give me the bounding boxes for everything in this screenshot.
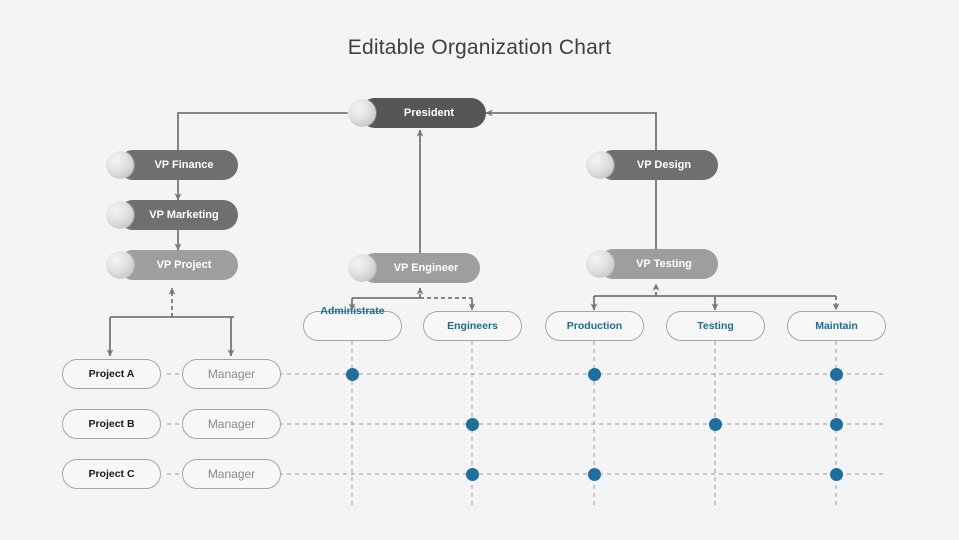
matrix-dot[interactable] [829,367,843,381]
node-project-c[interactable]: Project C [62,459,161,489]
node-bulb-icon [586,151,614,179]
matrix-dot[interactable] [829,417,843,431]
node-vp-testing[interactable]: VP Testing [586,249,718,279]
node-label: Manager [207,367,256,381]
node-label: Manager [207,467,256,481]
node-bulb-icon [106,201,134,229]
matrix-dot[interactable] [465,467,479,481]
matrix-dot[interactable] [587,367,601,381]
node-label: Project B [88,418,135,430]
node-vp-finance[interactable]: VP Finance [106,150,238,180]
node-project-a[interactable]: Project A [62,359,161,389]
node-vp-marketing[interactable]: VP Marketing [106,200,238,230]
node-label: Engineers [447,320,498,332]
node-label: Project C [88,468,135,480]
node-bulb-icon [586,250,614,278]
matrix-dot[interactable] [587,467,601,481]
node-vp-engineer[interactable]: VP Engineer [348,253,480,283]
node-president[interactable]: President [348,98,486,128]
node-project-c-manager[interactable]: Manager [182,459,281,489]
org-chart-canvas: Editable Organization Chart President VP… [0,0,959,540]
node-label: Administrate [320,305,385,317]
node-production[interactable]: Production [545,311,644,341]
matrix-dot[interactable] [465,417,479,431]
node-label: Production [566,320,623,332]
page-title: Editable Organization Chart [347,36,612,59]
node-bulb-icon [106,151,134,179]
node-label: VP Design [636,159,692,171]
node-label: Maintain [815,320,858,332]
node-label: Testing [697,320,734,332]
node-label: VP Finance [154,159,214,171]
matrix-dot[interactable] [829,467,843,481]
node-vp-project[interactable]: VP Project [106,250,238,280]
node-testing[interactable]: Testing [666,311,765,341]
node-maintain[interactable]: Maintain [787,311,886,341]
node-bulb-icon [106,251,134,279]
matrix-dot[interactable] [345,367,359,381]
node-bulb-icon [348,99,376,127]
node-label: Manager [207,417,256,431]
node-label: VP Project [156,259,212,271]
node-project-b-manager[interactable]: Manager [182,409,281,439]
node-project-b[interactable]: Project B [62,409,161,439]
node-vp-design[interactable]: VP Design [586,150,718,180]
node-administrate[interactable]: Administrate [303,305,402,341]
node-bulb-icon [348,254,376,282]
node-label: VP Testing [636,258,692,270]
node-engineers[interactable]: Engineers [423,311,522,341]
node-label: VP Engineer [393,262,459,274]
node-label: President [403,107,455,119]
node-label: Project A [88,368,135,380]
matrix-dot[interactable] [708,417,722,431]
node-label: VP Marketing [149,209,219,221]
node-project-a-manager[interactable]: Manager [182,359,281,389]
